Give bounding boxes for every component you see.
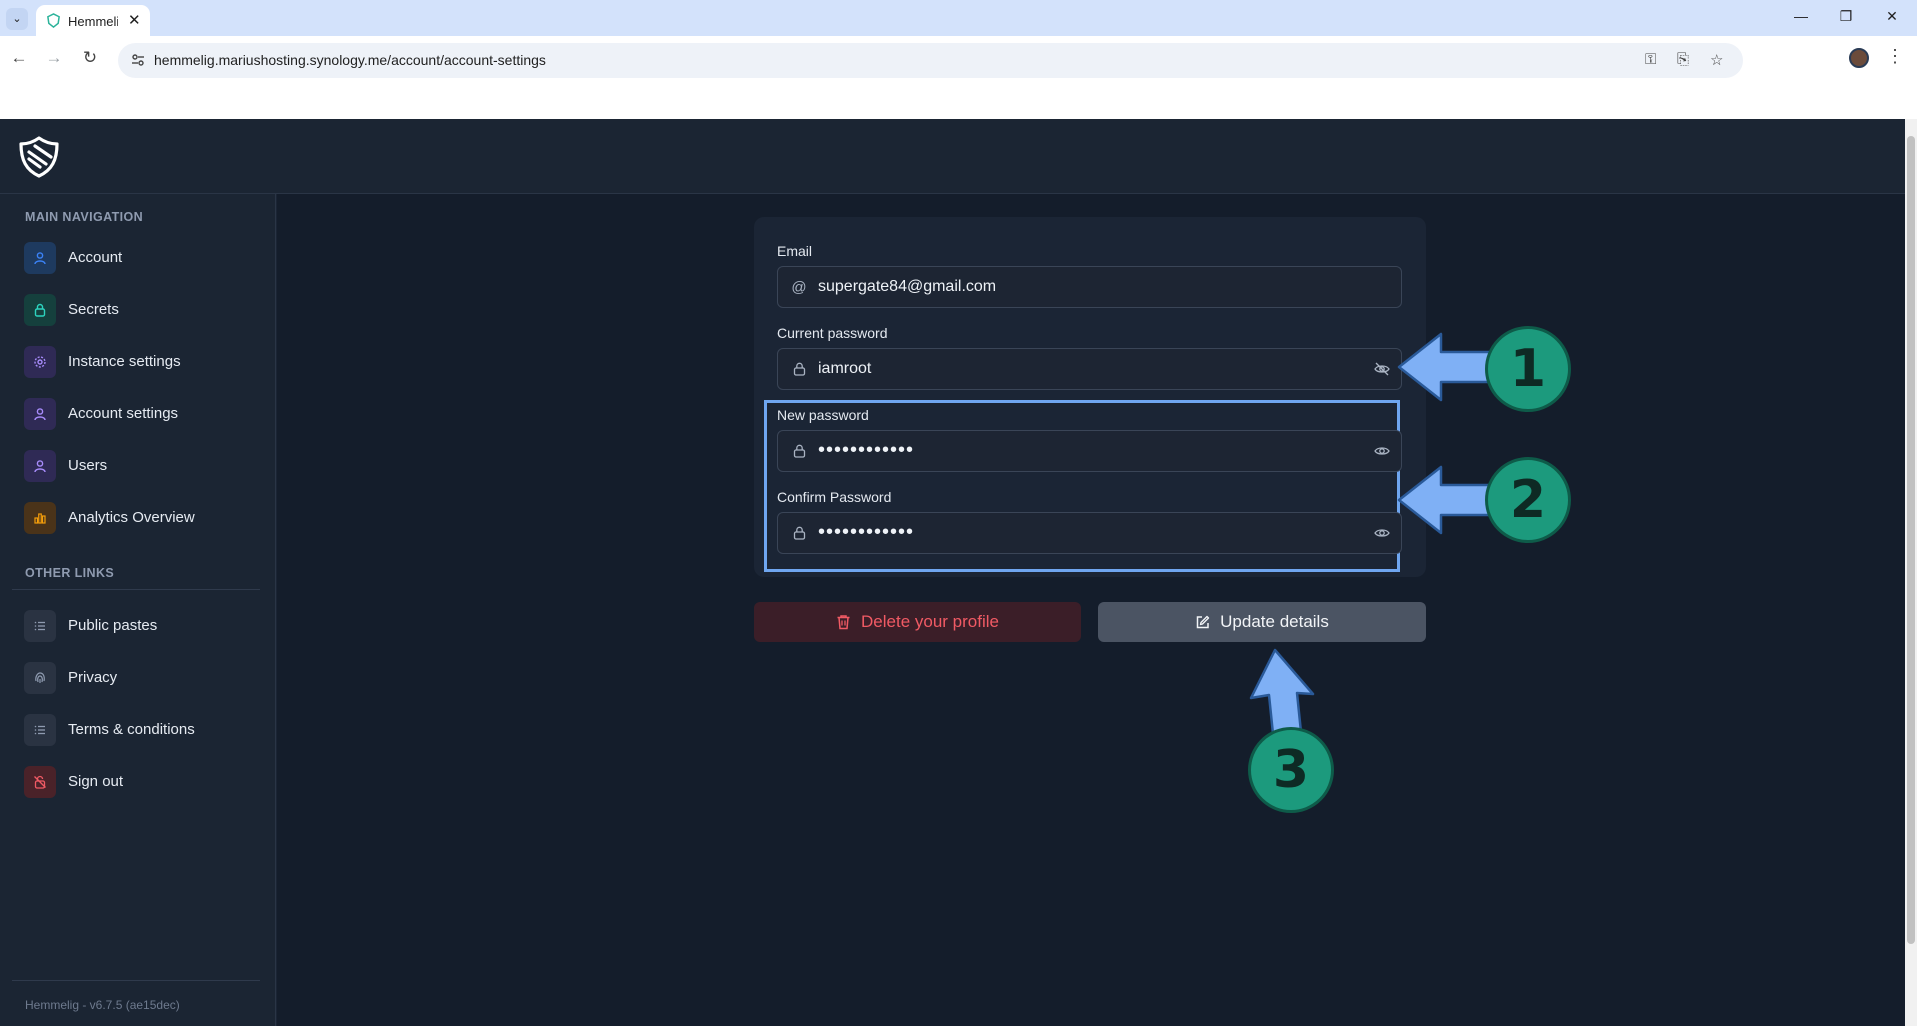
update-details-button[interactable]: Update details bbox=[1098, 602, 1426, 642]
list-icon bbox=[24, 714, 56, 746]
tab-close-icon[interactable]: ✕ bbox=[128, 11, 141, 29]
restore-icon[interactable]: ❐ bbox=[1836, 8, 1856, 25]
sidebar-item-label: Instance settings bbox=[68, 353, 181, 370]
lock-icon bbox=[790, 442, 808, 460]
annotation-arrow-3 bbox=[1249, 648, 1315, 734]
forward-icon[interactable]: → bbox=[43, 48, 65, 68]
annotation-badge-3: 3 bbox=[1248, 727, 1334, 813]
browser-toolbar: ← → ↻ hemmelig.mariushosting.synology.me… bbox=[0, 36, 1917, 86]
new-password-field[interactable]: •••••••••••• bbox=[777, 430, 1402, 472]
hemmelig-favicon-icon bbox=[47, 13, 60, 28]
user-icon bbox=[24, 450, 56, 482]
lock-icon bbox=[24, 294, 56, 326]
sidebar-item-account-settings[interactable]: Account settings bbox=[24, 398, 264, 430]
tab-search-button[interactable]: ⌄ bbox=[6, 8, 28, 30]
update-details-label: Update details bbox=[1220, 612, 1329, 631]
lock-off-icon bbox=[24, 766, 56, 798]
sidebar-item-label: Terms & conditions bbox=[68, 721, 195, 738]
window-close-icon[interactable]: ✕ bbox=[1882, 8, 1902, 25]
minimize-icon[interactable]: — bbox=[1791, 8, 1811, 24]
sidebar-item-label: Public pastes bbox=[68, 617, 158, 634]
lock-icon bbox=[790, 360, 808, 378]
trash-icon bbox=[837, 615, 850, 630]
eye-off-icon[interactable] bbox=[1373, 360, 1391, 378]
current-password-field[interactable]: iamroot bbox=[777, 348, 1402, 390]
new-password-value: •••••••••••• bbox=[818, 439, 915, 461]
kebab-menu-icon[interactable]: ⋮ bbox=[1886, 46, 1904, 67]
sidebar-divider bbox=[12, 980, 260, 981]
sidebar-item-label: Secrets bbox=[68, 301, 119, 318]
app-header bbox=[0, 119, 1905, 194]
bookmark-star-icon[interactable]: ☆ bbox=[1710, 51, 1723, 69]
sidebar-item-label: Sign out bbox=[68, 773, 124, 790]
annotation-badge-1: 1 bbox=[1485, 326, 1571, 412]
annotation-badge-2: 2 bbox=[1485, 457, 1571, 543]
user-icon bbox=[24, 242, 56, 274]
sidebar-item-label: Privacy bbox=[68, 669, 118, 686]
list-icon bbox=[24, 610, 56, 642]
browser-tab[interactable]: Hemmelig ✕ bbox=[36, 5, 150, 36]
lock-icon bbox=[790, 524, 808, 542]
tab-title: Hemmelig bbox=[68, 14, 118, 29]
profile-avatar[interactable] bbox=[1849, 48, 1869, 68]
sidebar-item-privacy[interactable]: Privacy bbox=[24, 662, 264, 694]
new-password-label: New password bbox=[777, 407, 869, 423]
confirm-password-label: Confirm Password bbox=[777, 489, 892, 505]
sidebar-item-terms-conditions[interactable]: Terms & conditions bbox=[24, 714, 264, 746]
sidebar-item-public-pastes[interactable]: Public pastes bbox=[24, 610, 264, 642]
sidebar-item-label: Account bbox=[68, 249, 123, 266]
email-label: Email bbox=[777, 243, 813, 259]
sidebar-item-label: Account settings bbox=[68, 405, 179, 422]
install-app-icon[interactable]: ⎘ bbox=[1677, 51, 1689, 68]
version-text: Hemmelig - v6.7.5 (ae15dec) bbox=[25, 998, 180, 1012]
annotation-arrow-2 bbox=[1397, 465, 1495, 535]
eye-icon[interactable] bbox=[1373, 524, 1391, 542]
at-sign-icon: @ bbox=[791, 278, 807, 296]
email-field[interactable]: @ supergate84@gmail.com bbox=[777, 266, 1402, 308]
sidebar-item-secrets[interactable]: Secrets bbox=[24, 294, 264, 326]
delete-profile-label: Delete your profile bbox=[861, 612, 999, 631]
fingerprint-icon bbox=[24, 662, 56, 694]
hemmelig-logo-icon[interactable] bbox=[16, 134, 62, 180]
sidebar-item-label: Analytics Overview bbox=[68, 509, 195, 526]
sidebar: MAIN NAVIGATION Account Secrets Instance… bbox=[0, 194, 276, 1026]
url-text: hemmelig.mariushosting.synology.me/accou… bbox=[154, 52, 546, 68]
other-links-heading: OTHER LINKS bbox=[25, 566, 115, 580]
address-bar[interactable]: hemmelig.mariushosting.synology.me/accou… bbox=[118, 43, 1743, 78]
main-navigation-heading: MAIN NAVIGATION bbox=[25, 210, 144, 224]
password-key-icon[interactable]: ⚿ bbox=[1645, 51, 1656, 68]
delete-profile-button[interactable]: Delete your profile bbox=[754, 602, 1081, 642]
bar-chart-icon bbox=[24, 502, 56, 534]
sidebar-item-sign-out[interactable]: Sign out bbox=[24, 766, 264, 798]
annotation-arrow-1 bbox=[1397, 332, 1495, 402]
back-icon[interactable]: ← bbox=[8, 48, 30, 68]
confirm-password-field[interactable]: •••••••••••• bbox=[777, 512, 1402, 554]
user-icon bbox=[24, 398, 56, 430]
browser-tab-strip: ⌄ Hemmelig ✕ — ❐ ✕ bbox=[0, 0, 1917, 36]
sidebar-item-label: Users bbox=[68, 457, 108, 474]
sidebar-item-account[interactable]: Account bbox=[24, 242, 264, 274]
eye-icon[interactable] bbox=[1373, 442, 1391, 460]
current-password-value: iamroot bbox=[818, 360, 872, 377]
browser-spacer bbox=[0, 86, 1917, 119]
email-value: supergate84@gmail.com bbox=[818, 278, 997, 295]
reload-icon[interactable]: ↻ bbox=[79, 48, 101, 68]
gear-icon bbox=[24, 346, 56, 378]
site-info-icon[interactable] bbox=[130, 52, 146, 68]
sidebar-divider bbox=[12, 589, 260, 590]
sidebar-item-users[interactable]: Users bbox=[24, 450, 264, 482]
edit-icon bbox=[1196, 615, 1210, 628]
sidebar-item-analytics-overview[interactable]: Analytics Overview bbox=[24, 502, 264, 534]
sidebar-item-instance-settings[interactable]: Instance settings bbox=[24, 346, 264, 378]
scrollbar-thumb[interactable] bbox=[1907, 136, 1915, 944]
current-password-label: Current password bbox=[777, 325, 888, 341]
confirm-password-value: •••••••••••• bbox=[818, 521, 915, 543]
